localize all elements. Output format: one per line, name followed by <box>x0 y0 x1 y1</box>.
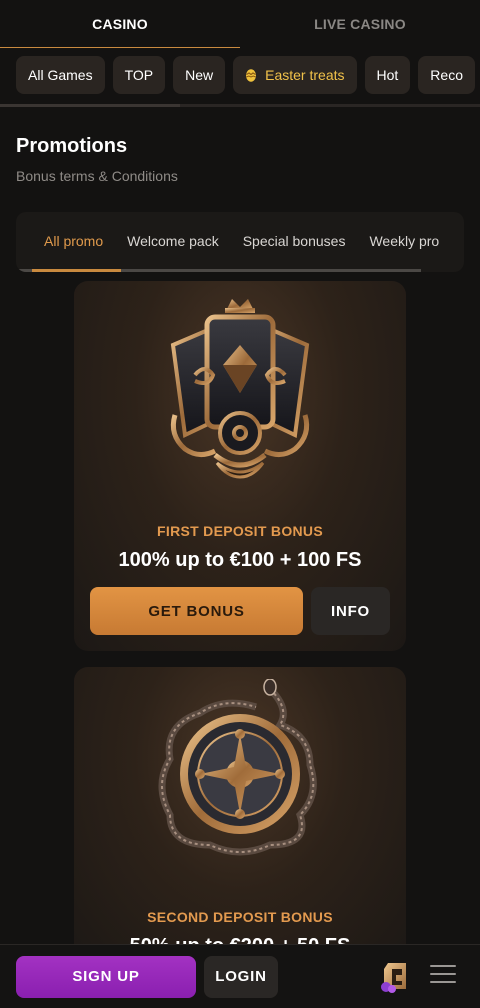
promo-filter-tabs: All promo Welcome pack Special bonuses W… <box>16 212 464 272</box>
tab-welcome-pack[interactable]: Welcome pack <box>115 233 231 249</box>
chip-label: Easter treats <box>265 67 345 83</box>
category-chips: All Games TOP New Easter treats Hot Reco <box>0 48 480 94</box>
chip-label: All Games <box>28 67 93 83</box>
info-button[interactable]: INFO <box>311 587 390 635</box>
tab-special-bonuses[interactable]: Special bonuses <box>231 233 358 249</box>
bonus-label: SECOND DEPOSIT BONUS <box>147 909 333 925</box>
bonus-terms-link[interactable]: Bonus terms & Conditions <box>16 168 178 184</box>
chip-all-games[interactable]: All Games <box>16 56 105 94</box>
chip-label: New <box>185 67 214 83</box>
chip-top[interactable]: TOP <box>112 56 166 94</box>
promo-card-first-deposit: FIRST DEPOSIT BONUS 100% up to €100 + 10… <box>74 281 406 651</box>
chip-label: TOP <box>124 67 154 83</box>
tab-casino[interactable]: CASINO <box>0 0 240 48</box>
filter-tabs-track <box>16 269 421 272</box>
menu-line <box>430 965 456 967</box>
chip-label: Reco <box>430 67 463 83</box>
promo-card-second-deposit: SECOND DEPOSIT BONUS 50% up to €200 + 50… <box>74 667 406 967</box>
bonus-label: FIRST DEPOSIT BONUS <box>157 523 323 539</box>
tab-weekly-promo[interactable]: Weekly pro <box>357 233 451 249</box>
tab-all-promo[interactable]: All promo <box>32 233 115 249</box>
chip-hot[interactable]: Hot <box>364 56 411 94</box>
chip-recommended[interactable]: Reco <box>418 56 475 94</box>
card-actions: GET BONUS INFO <box>90 587 390 635</box>
casino-logo-icon[interactable] <box>378 959 412 993</box>
menu-line <box>430 981 456 983</box>
promotions-header: Promotions Bonus terms & Conditions <box>0 107 480 186</box>
bottom-bar: SIGN UP LOGIN <box>0 944 480 1008</box>
chip-label: Hot <box>376 67 399 83</box>
chip-new[interactable]: New <box>173 56 226 94</box>
chips-scrollbar[interactable] <box>0 104 480 107</box>
roulette-snake-icon <box>150 678 330 864</box>
top-tabs: CASINO LIVE CASINO <box>0 0 480 48</box>
sign-up-button[interactable]: SIGN UP <box>16 955 196 998</box>
login-button[interactable]: LOGIN <box>204 955 278 998</box>
egg-icon <box>245 68 257 82</box>
page: CASINO LIVE CASINO All Games TOP New Eas… <box>0 0 480 1008</box>
active-tab-indicator <box>32 269 121 272</box>
menu-line <box>430 973 456 975</box>
page-title: Promotions <box>16 135 128 157</box>
chip-easter-treats[interactable]: Easter treats <box>233 56 357 94</box>
cards-crown-icon <box>155 295 325 500</box>
scrollbar-thumb[interactable] <box>0 104 180 107</box>
tab-live-casino[interactable]: LIVE CASINO <box>240 0 480 48</box>
bonus-offer: 100% up to €100 + 100 FS <box>118 549 362 571</box>
hamburger-menu-icon[interactable] <box>430 965 456 987</box>
get-bonus-button[interactable]: GET BONUS <box>90 587 303 635</box>
